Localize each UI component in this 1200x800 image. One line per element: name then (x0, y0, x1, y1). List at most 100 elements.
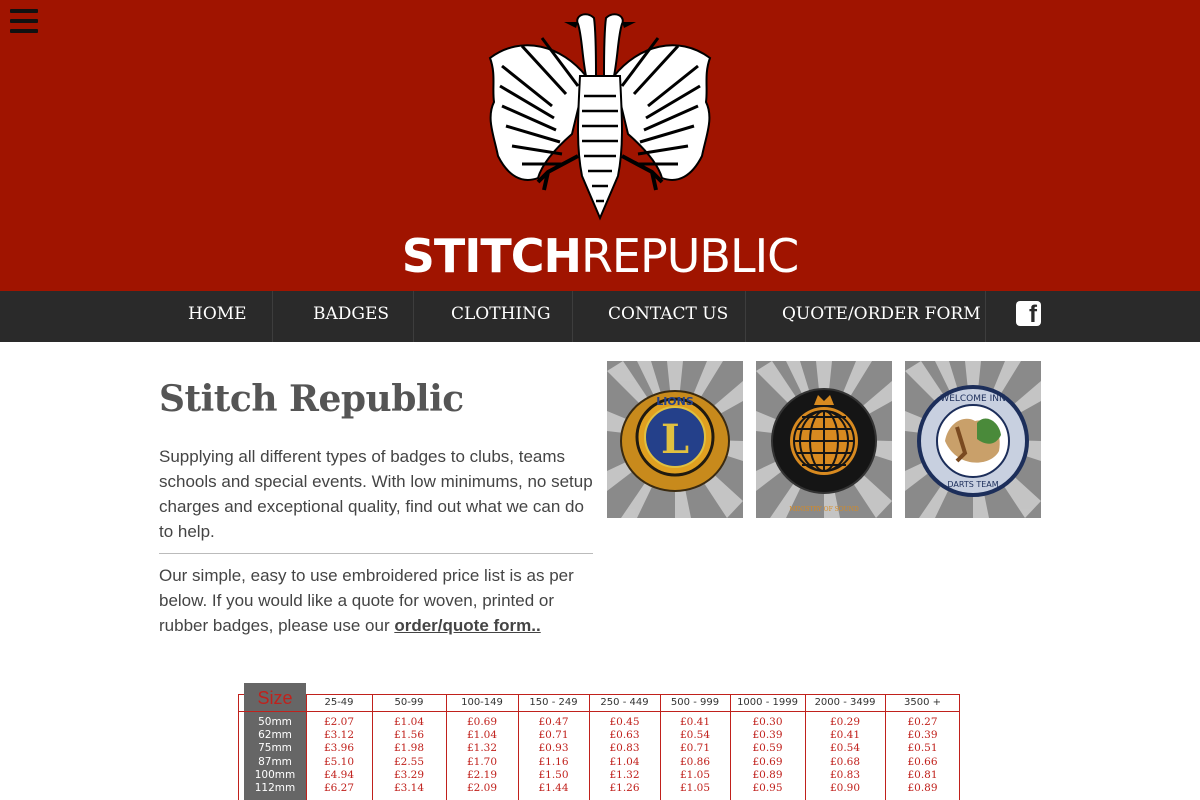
price-cell: £6.27 (323, 782, 355, 794)
nav-separator (272, 291, 273, 342)
welcome-inn-darts-team-badge[interactable]: WELCOME INN DARTS TEAM (905, 361, 1041, 518)
price-cell: £0.63 (609, 729, 640, 742)
darts-team-text: DARTS TEAM (947, 480, 998, 489)
price-cell: £0.83 (609, 742, 640, 755)
price-cell: £0.93 (538, 742, 569, 755)
price-cell: £0.30 (752, 716, 783, 728)
nav-quote-order-form[interactable]: QUOTE/ORDER FORM (782, 291, 981, 342)
price-cell: £0.95 (752, 782, 783, 794)
price-cell: £1.04 (466, 729, 498, 742)
nav-separator (985, 291, 986, 342)
price-cell: £0.54 (679, 729, 711, 742)
quantity-header: 100-149 (461, 697, 503, 708)
brand-light: REPUBLIC (580, 229, 799, 283)
price-cell: £0.54 (829, 742, 861, 755)
brand-bold: STITCH (401, 229, 582, 283)
nav-home[interactable]: HOME (188, 291, 247, 342)
price-cell: £2.55 (393, 755, 425, 768)
price-cell: £0.45 (609, 716, 640, 728)
price-cell: £1.70 (466, 755, 498, 768)
hamburger-bar (10, 29, 38, 33)
price-cell: £2.19 (466, 768, 498, 781)
price-cell: £0.81 (907, 768, 938, 781)
size-cell: 100mm (254, 768, 296, 781)
pricing-paragraph: Our simple, easy to use embroidered pric… (159, 563, 599, 638)
price-cell: £1.16 (538, 755, 569, 768)
nav-badges[interactable]: BADGES (313, 291, 389, 342)
size-cell: 75mm (258, 742, 292, 755)
welcome-inn-text: WELCOME INN (940, 394, 1005, 404)
price-cell: £5.10 (323, 755, 355, 768)
price-cell: £1.05 (679, 768, 711, 781)
intro-paragraph: Supplying all different types of badges … (159, 447, 593, 541)
hamburger-menu-icon[interactable] (10, 9, 38, 33)
price-cell: £2.09 (466, 782, 498, 794)
size-cell: 112mm (254, 782, 296, 794)
content-divider (159, 553, 593, 554)
price-cell: £1.44 (538, 782, 569, 794)
price-cell: £0.59 (752, 742, 783, 755)
facebook-glyph: f (1029, 301, 1037, 328)
price-cell: £0.68 (829, 755, 861, 768)
quantity-header: 50-99 (394, 697, 424, 708)
price-cell: £0.41 (679, 716, 711, 728)
price-cell: £3.29 (393, 768, 425, 781)
quantity-header: 500 - 999 (670, 697, 720, 708)
price-cell: £0.47 (538, 716, 569, 728)
price-cell: £1.04 (393, 716, 425, 728)
quantity-header: 25-49 (324, 697, 354, 708)
price-cell: £1.32 (466, 742, 498, 755)
price-cell: £1.50 (538, 768, 569, 781)
price-cell: £0.39 (907, 729, 938, 742)
lions-club-badge[interactable]: L LIONS (607, 361, 743, 518)
lions-letter: L (661, 416, 689, 463)
price-cell: £3.12 (323, 729, 355, 742)
lions-text: LIONS (656, 395, 694, 408)
nav-separator (413, 291, 414, 342)
nav-clothing[interactable]: CLOTHING (451, 291, 551, 342)
quantity-header: 250 - 449 (600, 697, 649, 708)
facebook-icon[interactable]: f (1016, 301, 1041, 328)
table-header-line (238, 711, 960, 712)
price-cell: £3.14 (393, 782, 425, 794)
price-cell: £0.89 (752, 768, 783, 781)
ministry-of-sound-badge[interactable]: MINISTRY OF SOUND (756, 361, 892, 518)
price-cell: £0.69 (466, 716, 498, 728)
quantity-header: 1000 - 1999 (737, 697, 798, 708)
price-cell: £1.32 (609, 768, 640, 781)
price-cell: £0.39 (752, 729, 783, 742)
size-header: Size (257, 688, 293, 708)
price-cell: £0.71 (538, 729, 569, 742)
brand-wordmark[interactable]: STITCHREPUBLIC (300, 228, 900, 284)
price-cell: £0.89 (907, 782, 938, 794)
double-headed-eagle-icon[interactable] (482, 6, 718, 222)
price-cell: £1.05 (679, 782, 711, 794)
order-quote-form-link[interactable]: order/quote form.. (394, 616, 540, 635)
price-cell: £3.96 (323, 742, 355, 755)
quantity-header: 150 - 249 (529, 697, 578, 708)
site-header: STITCHREPUBLIC (0, 0, 1200, 291)
price-cell: £0.29 (829, 716, 861, 728)
quantity-header: 3500 + (903, 697, 941, 708)
size-cell: 87mm (258, 755, 292, 768)
price-cell: £0.27 (907, 716, 938, 728)
quantity-header: 2000 - 3499 (814, 697, 876, 708)
hamburger-bar (10, 19, 38, 23)
price-cell: £0.71 (679, 742, 711, 755)
price-cell: £1.04 (609, 755, 640, 768)
price-table: Size 25-49 50-99 100-149 150 - 249 250 - 449… (236, 683, 962, 800)
price-cell: £0.90 (829, 782, 861, 794)
price-cell: £0.66 (907, 755, 938, 768)
nav-separator (572, 291, 573, 342)
page-title: Stitch Republic (159, 378, 464, 420)
size-cell: 62mm (258, 729, 292, 742)
hamburger-bar (10, 9, 38, 13)
price-cell: £0.41 (829, 729, 861, 742)
price-cell: £0.69 (752, 755, 783, 768)
price-cell: £1.26 (609, 782, 640, 794)
price-cell: £0.83 (829, 768, 861, 781)
nav-contact-us[interactable]: CONTACT US (608, 291, 728, 342)
price-cell: £0.51 (907, 742, 938, 755)
size-cell: 50mm (258, 716, 292, 728)
price-cell: £0.86 (679, 755, 711, 768)
